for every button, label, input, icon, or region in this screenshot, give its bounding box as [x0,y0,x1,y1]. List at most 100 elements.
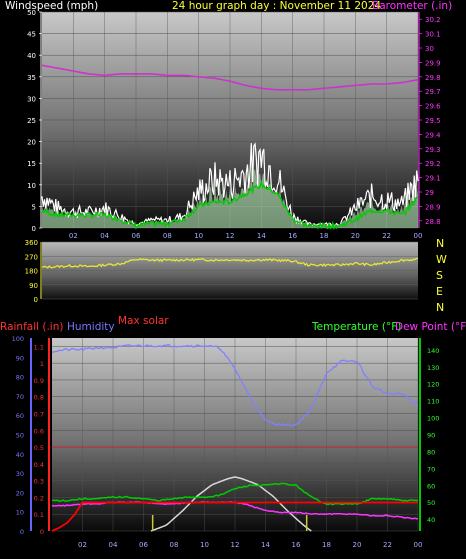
wind-tick-label: 30 [27,95,36,103]
humidity-tick-label: 50 [16,432,24,440]
rain-tick-label: 0.4 [34,461,44,469]
wind-tick-label: 45 [27,31,36,39]
temperature-tick-label: 40 [427,516,435,524]
humidity-tick-label: 10 [16,509,24,517]
direction-tick-label: 360 [25,239,38,247]
time-tick-label: 04 [109,541,118,549]
barometer-tick-label: 29.9 [425,59,441,67]
time-tick-label: 16 [292,541,301,549]
time-tick-label: 22 [382,232,391,240]
weather-graphs-svg: Windspeed (mph) 24 hour graph day : Nove… [0,0,466,549]
time-tick-label: 14 [261,541,270,549]
barometer-tick-label: 30.2 [425,16,441,24]
temperature-tick-label: 120 [427,381,439,389]
time-tick-label: 04 [100,232,109,240]
direction-tick-label: 270 [25,253,38,261]
humidity-axis-label: Humidity [67,321,115,333]
wind-tick-label: 25 [27,117,36,125]
barometer-tick-label: 29 [425,189,434,197]
wind-axis-label: Windspeed (mph) [5,0,98,12]
time-tick-label: 18 [322,541,331,549]
temperature-tick-label: 90 [427,432,435,440]
wind-tick-label: 5 [32,203,36,211]
dewpoint-axis-label: Dew Point (°F) [395,321,466,333]
time-tick-label: 20 [351,232,360,240]
rain-tick-label: 0.9 [34,377,44,385]
wind-tick-label: 20 [27,139,36,147]
rain-tick-label: 0.7 [34,411,44,419]
barometer-tick-label: 29.8 [425,74,441,82]
rain-tick-label: 1 [40,360,44,368]
barometer-tick-label: 30.1 [425,31,441,39]
max-solar-label: Max solar [118,315,169,327]
compass-label-s: S [436,269,443,282]
direction-tick-label: 0 [34,296,38,304]
time-tick-label: 22 [383,541,392,549]
temperature-tick-label: 70 [427,465,435,473]
weather-graphs: Windspeed (mph) 24 hour graph day : Nove… [0,0,466,555]
humidity-tick-label: 60 [16,412,24,420]
humidity-tick-label: 80 [16,374,24,382]
temperature-tick-label: 60 [427,482,435,490]
wind-tick-label: 15 [27,160,36,168]
barometer-tick-label: 29.5 [425,117,441,125]
barometer-tick-label: 28.8 [425,218,441,226]
compass-label-n: N [436,237,444,250]
time-tick-label: 12 [231,541,240,549]
rain-tick-label: 1.1 [34,343,44,351]
wind-tick-label: 35 [27,74,36,82]
time-tick-label: 02 [78,541,87,549]
wind-tick-label: 50 [27,9,36,17]
rainfall-axis-label: Rainfall (.in) [0,321,63,333]
humidity-tick-label: 30 [16,470,24,478]
temperature-tick-label: 80 [427,448,435,456]
time-tick-label: 00 [414,232,423,240]
humidity-tick-label: 90 [16,354,24,362]
time-tick-label: 12 [226,232,235,240]
compass-label-e: E [436,285,443,298]
time-tick-label: 00 [414,541,423,549]
direction-tick-label: 180 [25,268,38,276]
temperature-tick-label: 50 [427,499,435,507]
rain-tick-label: 0.1 [34,511,44,519]
barometer-tick-label: 29.2 [425,160,441,168]
temperature-axis-label: Temperature (°F) [311,321,401,333]
time-tick-label: 10 [200,541,209,549]
rain-tick-label: 0.5 [34,444,44,452]
time-tick-label: 14 [257,232,266,240]
rain-tick-label: 0 [40,528,44,536]
time-tick-label: 10 [194,232,203,240]
time-tick-label: 16 [288,232,297,240]
humidity-tick-label: 0 [20,528,24,536]
wind-tick-label: 0 [32,225,36,233]
temperature-tick-label: 140 [427,347,439,355]
compass-label-n: N [436,301,444,314]
barometer-tick-label: 29.7 [425,88,441,96]
rain-tick-label: 0.6 [34,427,44,435]
time-tick-label: 06 [132,232,141,240]
humidity-tick-label: 40 [16,451,24,459]
chart-title: 24 hour graph day : November 11 2024 [172,0,381,12]
humidity-tick-label: 100 [12,335,24,343]
wind-tick-label: 40 [27,52,36,60]
time-tick-label: 20 [353,541,362,549]
barometer-tick-label: 29.3 [425,146,441,154]
barometer-tick-label: 29.4 [425,131,441,139]
barometer-axis-label: Barometer (.in) [372,0,452,12]
rain-tick-label: 0.3 [34,478,44,486]
temperature-tick-label: 110 [427,398,439,406]
time-tick-label: 18 [320,232,329,240]
rain-tick-label: 0.2 [34,494,44,502]
temperature-tick-label: 130 [427,364,439,372]
time-tick-label: 02 [69,232,78,240]
time-tick-label: 08 [170,541,179,549]
barometer-tick-label: 29.6 [425,103,441,111]
barometer-tick-label: 28.9 [425,203,441,211]
time-tick-label: 08 [163,232,172,240]
humidity-tick-label: 20 [16,489,24,497]
direction-tick-label: 90 [29,282,38,290]
wind-tick-label: 10 [27,182,36,190]
barometer-tick-label: 29.1 [425,175,441,183]
time-tick-label: 06 [139,541,148,549]
temperature-tick-label: 100 [427,415,439,423]
